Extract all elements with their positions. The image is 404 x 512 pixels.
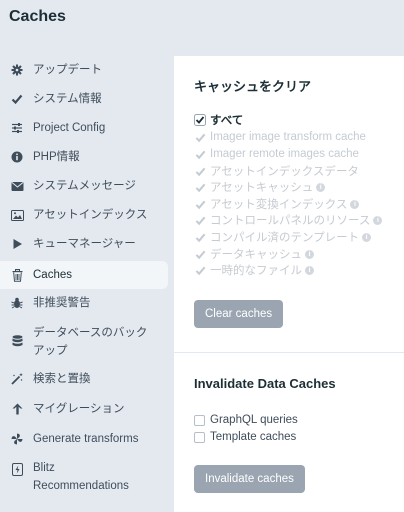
sidebar-item-system-info[interactable]: システム情報 [0,91,168,107]
sidebar-item-label: キューマネージャー [33,238,136,250]
check-icon [194,148,206,160]
sidebar-item-label: システムメッセージ [33,180,136,192]
checkbox-graphql-queries[interactable]: GraphQL queries [194,412,298,428]
info-icon[interactable]: i [373,215,383,225]
cache-option-imager-transform: Imager image transform cache [194,129,366,145]
sidebar-item-blitz-recommendations[interactable]: Blitz Recommendations [0,460,168,494]
info-icon[interactable]: i [305,265,314,275]
sidebar-item-label: アップデート [33,64,102,76]
sidebar-item-queue-manager[interactable]: キューマネージャー [0,236,168,252]
sidebar-item-label: Blitz Recommendations [33,460,129,494]
check-icon [194,165,206,177]
info-icon[interactable]: i [350,199,360,209]
cache-option-label: アセットインデックスデータ [210,166,359,178]
page-title: Caches [9,8,66,25]
clear-caches-button[interactable]: Clear caches [194,300,284,328]
cache-option-imager-remote: Imager remote images cache [194,146,359,162]
trash-icon [9,267,25,283]
gear-icon [9,62,25,78]
wand-icon [9,371,25,387]
play-icon [9,236,25,252]
sidebar-item-label: Generate transforms [33,433,139,445]
check-icon [194,231,206,243]
sidebar-item-migrations[interactable]: マイグレーション [0,401,168,417]
sidebar-item-project-config[interactable]: Project Config [0,120,168,136]
check-icon [194,248,206,260]
check-icon [194,198,206,210]
check-icon [9,91,25,107]
sidebar-item-label: アセットインデックス [33,209,148,221]
sidebar-item-updates[interactable]: アップデート [0,62,168,78]
sidebar-item-system-messages[interactable]: システムメッセージ [0,178,168,194]
sidebar-item-label: Caches [33,269,72,281]
checkbox-checked-icon [194,114,206,126]
cache-option-label: 一時的なファイル [210,265,302,277]
checkbox-all[interactable]: すべて [194,112,243,128]
cache-option-label: アセットキャッシュ [210,182,314,194]
cache-option-label: アセット変換インデックス [210,199,348,211]
cache-option-asset-transform-index: アセット変換インデックス i [194,196,360,212]
sidebar-item-label: PHP情報 [33,151,80,163]
invalidate-caches-button[interactable]: Invalidate caches [194,465,305,493]
checkbox-template-caches[interactable]: Template caches [194,429,296,445]
sidebar-item-label: マイグレーション [33,403,125,415]
image-icon [9,207,25,223]
cache-option-label: コンパイル済のテンプレート [210,232,360,244]
sidebar-item-label: 検索と置換 [33,373,91,385]
check-icon [194,264,206,276]
main-panel: キャッシュをクリア すべて Imager image transform cac… [174,56,404,512]
info-icon[interactable]: i [305,249,314,259]
sliders-icon [9,120,25,136]
info-icon [9,149,25,165]
check-icon [194,181,206,193]
check-icon [194,214,206,226]
sidebar-item-label-line2: Recommendations [33,480,129,492]
cache-option-compiled-templates: コンパイル済のテンプレート i [194,229,372,245]
check-icon [194,131,206,143]
info-icon[interactable]: i [362,232,372,242]
pinwheel-icon [9,431,25,447]
checkbox-label: GraphQL queries [210,414,298,426]
sidebar-item-caches[interactable]: Caches [0,261,168,289]
clear-caches-title: キャッシュをクリア [194,79,312,94]
arrow-up-icon [9,401,25,417]
envelope-icon [9,178,25,194]
cache-option-asset-index-data: アセットインデックスデータ [194,163,359,179]
sidebar-item-label: データベースのバック アップ [33,325,147,359]
sidebar-item-label: 非推奨警告 [33,297,91,309]
cache-option-temp-files: 一時的なファイル i [194,262,314,278]
sidebar-item-database-backup[interactable]: データベースのバック アップ [0,325,168,359]
sidebar-item-deprecation-warnings[interactable]: 非推奨警告 [0,295,168,311]
cache-option-label: コントロールパネルのリソース [210,215,371,227]
cache-option-asset-cache: アセットキャッシュ i [194,179,326,195]
sidebar-item-label: システム情報 [33,93,102,105]
checkbox-box[interactable] [194,431,205,443]
section-divider [174,352,404,353]
sidebar-item-label-line1: Blitz [33,462,55,474]
sidebar-item-search-replace[interactable]: 検索と置換 [0,371,168,387]
sidebar-item-generate-transforms[interactable]: Generate transforms [0,431,168,447]
invalidate-caches-title: Invalidate Data Caches [194,376,336,391]
sidebar-item-label-line2: アップ [33,345,68,357]
info-icon[interactable]: i [316,182,326,192]
cache-option-label: Imager remote images cache [210,148,359,160]
cache-option-cp-resources: コントロールパネルのリソース i [194,212,383,228]
checkbox-label: Template caches [210,431,297,443]
cache-option-data-cache: データキャッシュ i [194,246,314,262]
checkbox-box[interactable] [194,414,205,426]
sidebar-item-label: Project Config [33,122,106,134]
sidebar-item-asset-indexes[interactable]: アセットインデックス [0,207,168,223]
cache-option-label: Imager image transform cache [210,131,366,143]
sidebar-item-php-info[interactable]: PHP情報 [0,149,168,165]
sidebar-item-label-line1: データベースのバック [33,327,148,339]
checkbox-all-label: すべて [210,115,244,127]
bug-icon [9,295,25,311]
blitz-icon [9,461,25,477]
cache-option-label: データキャッシュ [210,249,302,261]
database-icon [9,333,25,349]
